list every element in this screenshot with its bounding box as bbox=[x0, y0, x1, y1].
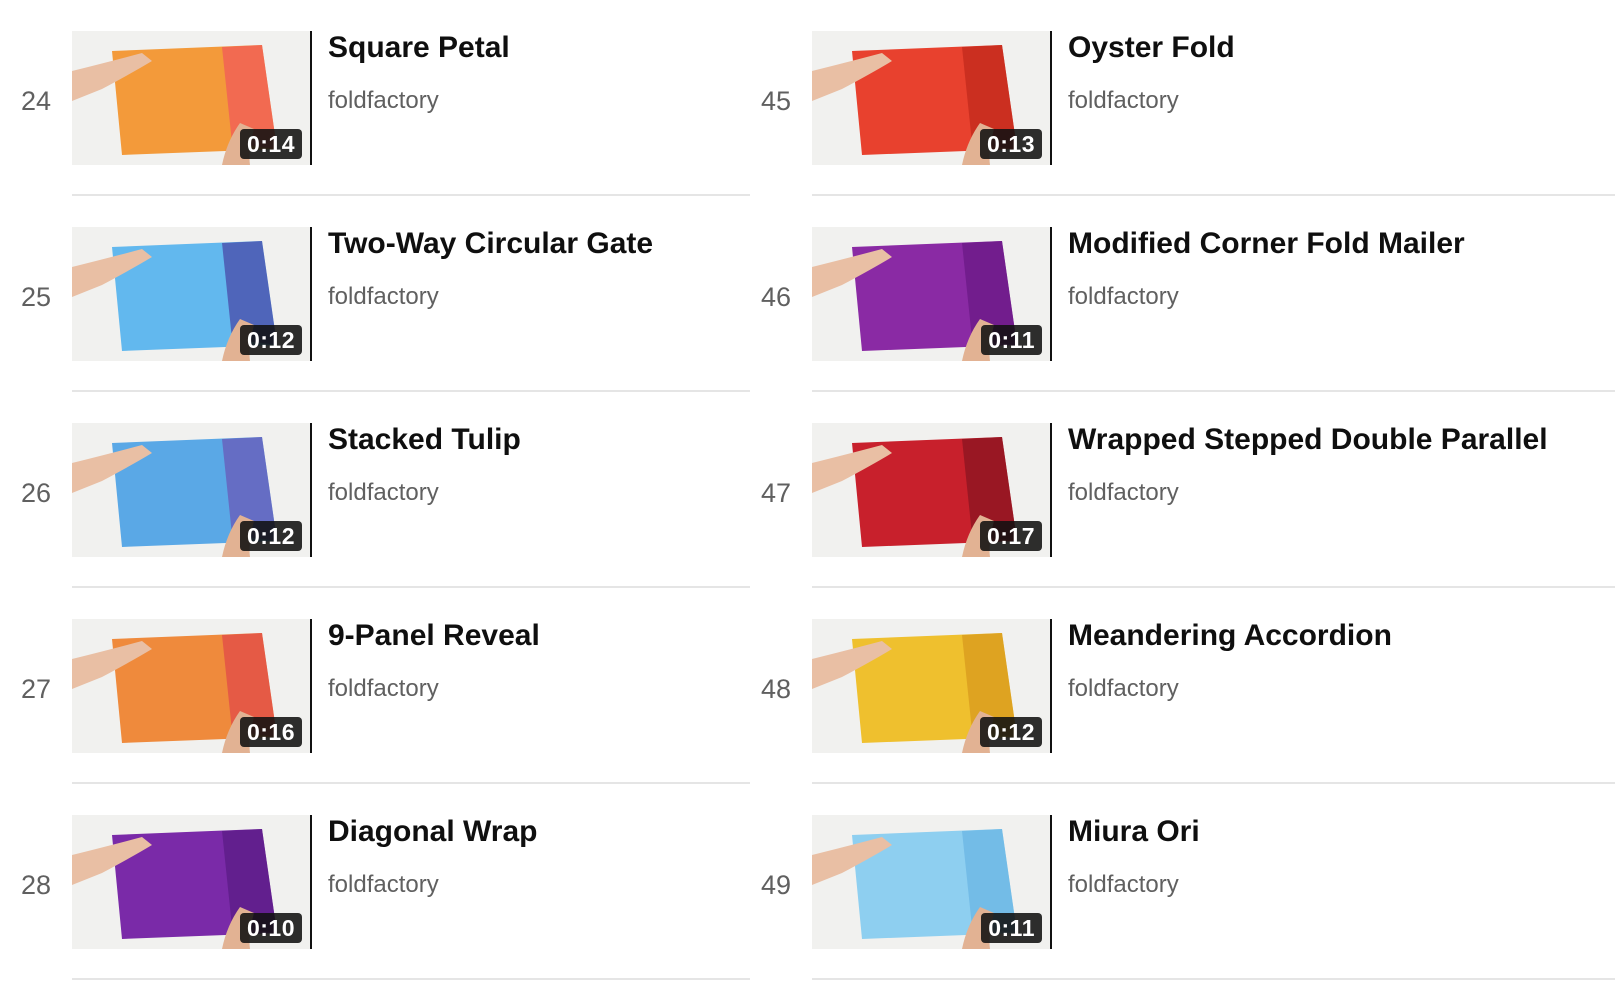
channel-name[interactable]: foldfactory bbox=[328, 870, 439, 900]
video-duration: 0:12 bbox=[239, 521, 302, 551]
item-index: 45 bbox=[760, 85, 792, 116]
video-title[interactable]: Modified Corner Fold Mailer bbox=[1068, 226, 1465, 262]
video-thumbnail[interactable]: 0:14 bbox=[72, 31, 312, 165]
video-duration: 0:16 bbox=[239, 717, 302, 747]
item-index: 47 bbox=[760, 477, 792, 508]
video-thumbnail[interactable]: 0:16 bbox=[72, 619, 312, 753]
channel-name[interactable]: foldfactory bbox=[328, 86, 439, 116]
playlist-item[interactable]: 25 0:12 Two-Way Circular Gate foldfactor… bbox=[0, 196, 750, 392]
channel-name[interactable]: foldfactory bbox=[1068, 282, 1179, 312]
playlist-item[interactable]: 46 0:11 Modified Corner Fold Mailer fold… bbox=[740, 196, 1615, 392]
video-thumbnail[interactable]: 0:12 bbox=[72, 227, 312, 361]
video-thumbnail[interactable]: 0:12 bbox=[812, 619, 1052, 753]
playlist-item[interactable]: 48 0:12 Meandering Accordion foldfactory bbox=[740, 588, 1615, 784]
item-index: 46 bbox=[760, 281, 792, 312]
playlist-item[interactable]: 28 0:10 Diagonal Wrap foldfactory bbox=[0, 784, 750, 980]
video-title[interactable]: Oyster Fold bbox=[1068, 30, 1235, 66]
row-divider bbox=[812, 978, 1615, 980]
channel-name[interactable]: foldfactory bbox=[1068, 870, 1179, 900]
video-duration: 0:17 bbox=[979, 521, 1042, 551]
channel-name[interactable]: foldfactory bbox=[1068, 86, 1179, 116]
row-divider bbox=[72, 978, 750, 980]
playlist-item[interactable]: 49 0:11 Miura Ori foldfactory bbox=[740, 784, 1615, 980]
playlist-item[interactable]: 27 0:16 9-Panel Reveal foldfactory bbox=[0, 588, 750, 784]
channel-name[interactable]: foldfactory bbox=[1068, 674, 1179, 704]
item-index: 49 bbox=[760, 869, 792, 900]
item-index: 25 bbox=[20, 281, 52, 312]
video-title[interactable]: 9-Panel Reveal bbox=[328, 618, 540, 654]
video-duration: 0:10 bbox=[239, 913, 302, 943]
video-duration: 0:11 bbox=[981, 325, 1042, 355]
channel-name[interactable]: foldfactory bbox=[1068, 478, 1179, 508]
video-thumbnail[interactable]: 0:11 bbox=[812, 227, 1052, 361]
video-thumbnail[interactable]: 0:10 bbox=[72, 815, 312, 949]
video-thumbnail[interactable]: 0:12 bbox=[72, 423, 312, 557]
video-title[interactable]: Two-Way Circular Gate bbox=[328, 226, 653, 262]
video-thumbnail[interactable]: 0:13 bbox=[812, 31, 1052, 165]
video-thumbnail[interactable]: 0:11 bbox=[812, 815, 1052, 949]
channel-name[interactable]: foldfactory bbox=[328, 674, 439, 704]
video-thumbnail[interactable]: 0:17 bbox=[812, 423, 1052, 557]
video-title[interactable]: Diagonal Wrap bbox=[328, 814, 537, 850]
item-index: 26 bbox=[20, 477, 52, 508]
item-index: 28 bbox=[20, 869, 52, 900]
video-duration: 0:12 bbox=[239, 325, 302, 355]
item-index: 24 bbox=[20, 85, 52, 116]
video-title[interactable]: Meandering Accordion bbox=[1068, 618, 1392, 654]
video-duration: 0:14 bbox=[239, 129, 302, 159]
channel-name[interactable]: foldfactory bbox=[328, 478, 439, 508]
channel-name[interactable]: foldfactory bbox=[328, 282, 439, 312]
item-index: 48 bbox=[760, 673, 792, 704]
video-duration: 0:12 bbox=[979, 717, 1042, 747]
playlist-item[interactable]: 26 0:12 Stacked Tulip foldfactory bbox=[0, 392, 750, 588]
video-title[interactable]: Miura Ori bbox=[1068, 814, 1200, 850]
playlist-grid: 24 0:14 Square Petal foldfactory 25 0:12… bbox=[0, 0, 1615, 997]
playlist-item[interactable]: 24 0:14 Square Petal foldfactory bbox=[0, 0, 750, 196]
video-title[interactable]: Square Petal bbox=[328, 30, 510, 66]
playlist-item[interactable]: 47 0:17 Wrapped Stepped Double Parallel … bbox=[740, 392, 1615, 588]
video-title[interactable]: Stacked Tulip bbox=[328, 422, 521, 458]
video-duration: 0:11 bbox=[981, 913, 1042, 943]
video-duration: 0:13 bbox=[979, 129, 1042, 159]
video-title[interactable]: Wrapped Stepped Double Parallel bbox=[1068, 422, 1548, 458]
playlist-item[interactable]: 45 0:13 Oyster Fold foldfactory bbox=[740, 0, 1615, 196]
item-index: 27 bbox=[20, 673, 52, 704]
